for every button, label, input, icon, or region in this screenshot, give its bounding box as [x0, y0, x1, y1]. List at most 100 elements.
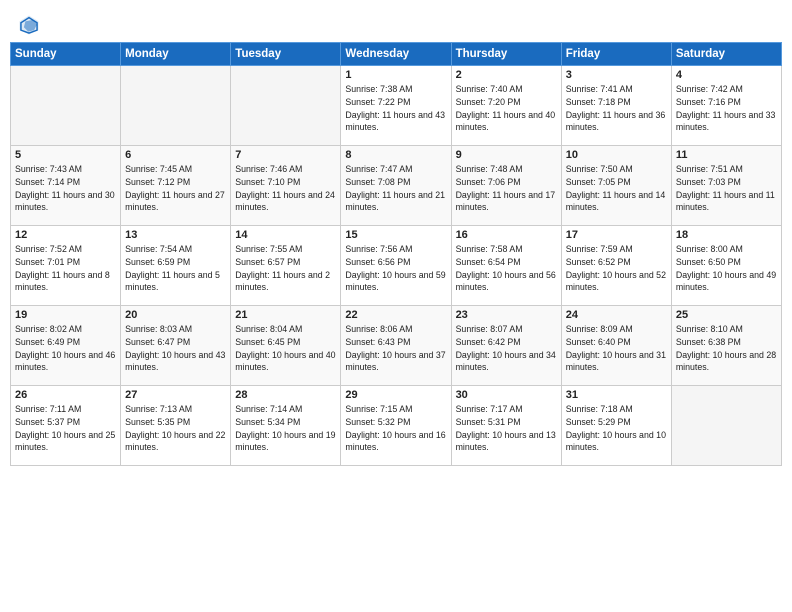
day-info: Sunrise: 7:18 AMSunset: 5:29 PMDaylight:…	[566, 403, 667, 454]
calendar-week-row: 12Sunrise: 7:52 AMSunset: 7:01 PMDayligh…	[11, 226, 782, 306]
day-number: 29	[345, 389, 446, 401]
table-row: 5 Sunrise: 7:43 AMSunset: 7:14 PMDaylight…	[11, 146, 121, 226]
col-thursday: Thursday	[451, 43, 561, 66]
table-row: 27Sunrise: 7:13 AMSunset: 5:35 PMDayligh…	[121, 386, 231, 466]
day-number: 1	[345, 69, 446, 81]
calendar-week-row: 5 Sunrise: 7:43 AMSunset: 7:14 PMDaylight…	[11, 146, 782, 226]
day-info: Sunrise: 7:14 AMSunset: 5:34 PMDaylight:…	[235, 403, 336, 454]
day-info: Sunrise: 7:13 AMSunset: 5:35 PMDaylight:…	[125, 403, 226, 454]
day-number: 24	[566, 309, 667, 321]
day-number: 28	[235, 389, 336, 401]
logo-icon	[18, 14, 40, 36]
day-number: 19	[15, 309, 116, 321]
day-number: 17	[566, 229, 667, 241]
day-info: Sunrise: 7:40 AMSunset: 7:20 PMDaylight:…	[456, 83, 557, 134]
day-number: 11	[676, 149, 777, 161]
day-number: 26	[15, 389, 116, 401]
table-row: 29 Sunrise: 7:15 AMSunset: 5:32 PMDayligh…	[341, 386, 451, 466]
day-info: Sunrise: 7:15 AMSunset: 5:32 PMDaylight:…	[345, 403, 446, 454]
day-number: 18	[676, 229, 777, 241]
day-number: 15	[345, 229, 446, 241]
day-info: Sunrise: 8:00 AMSunset: 6:50 PMDaylight:…	[676, 243, 777, 294]
day-info: Sunrise: 7:47 AMSunset: 7:08 PMDaylight:…	[345, 163, 446, 214]
day-info: Sunrise: 7:54 AMSunset: 6:59 PMDaylight:…	[125, 243, 226, 294]
day-number: 13	[125, 229, 226, 241]
table-row: 24 Sunrise: 8:09 AMSunset: 6:40 PMDayligh…	[561, 306, 671, 386]
table-row: 20Sunrise: 8:03 AMSunset: 6:47 PMDayligh…	[121, 306, 231, 386]
day-number: 5	[15, 149, 116, 161]
day-number: 6	[125, 149, 226, 161]
table-row: 4 Sunrise: 7:42 AMSunset: 7:16 PMDaylight…	[671, 66, 781, 146]
day-info: Sunrise: 7:52 AMSunset: 7:01 PMDaylight:…	[15, 243, 116, 294]
table-row: 2 Sunrise: 7:40 AMSunset: 7:20 PMDaylight…	[451, 66, 561, 146]
day-info: Sunrise: 7:45 AMSunset: 7:12 PMDaylight:…	[125, 163, 226, 214]
day-number: 22	[345, 309, 446, 321]
table-row: 28 Sunrise: 7:14 AMSunset: 5:34 PMDayligh…	[231, 386, 341, 466]
table-row: 26 Sunrise: 7:11 AMSunset: 5:37 PMDayligh…	[11, 386, 121, 466]
day-info: Sunrise: 8:10 AMSunset: 6:38 PMDaylight:…	[676, 323, 777, 374]
day-number: 7	[235, 149, 336, 161]
day-info: Sunrise: 7:43 AMSunset: 7:14 PMDaylight:…	[15, 163, 116, 214]
calendar-table: Sunday Monday Tuesday Wednesday Thursday…	[10, 42, 782, 466]
table-row: 6 Sunrise: 7:45 AMSunset: 7:12 PMDaylight…	[121, 146, 231, 226]
table-row	[231, 66, 341, 146]
table-row: 18 Sunrise: 8:00 AMSunset: 6:50 PMDayligh…	[671, 226, 781, 306]
day-number: 21	[235, 309, 336, 321]
day-number: 2	[456, 69, 557, 81]
day-number: 4	[676, 69, 777, 81]
table-row: 9 Sunrise: 7:48 AMSunset: 7:06 PMDaylight…	[451, 146, 561, 226]
table-row	[11, 66, 121, 146]
calendar-header-row: Sunday Monday Tuesday Wednesday Thursday…	[11, 43, 782, 66]
day-info: Sunrise: 8:03 AMSunset: 6:47 PMDaylight:…	[125, 323, 226, 374]
day-info: Sunrise: 7:41 AMSunset: 7:18 PMDaylight:…	[566, 83, 667, 134]
logo	[18, 14, 44, 36]
table-row: 30Sunrise: 7:17 AMSunset: 5:31 PMDayligh…	[451, 386, 561, 466]
table-row: 3 Sunrise: 7:41 AMSunset: 7:18 PMDaylight…	[561, 66, 671, 146]
day-info: Sunrise: 7:55 AMSunset: 6:57 PMDaylight:…	[235, 243, 336, 294]
day-number: 10	[566, 149, 667, 161]
day-number: 25	[676, 309, 777, 321]
table-row: 7 Sunrise: 7:46 AMSunset: 7:10 PMDaylight…	[231, 146, 341, 226]
header	[0, 0, 792, 42]
table-row: 8 Sunrise: 7:47 AMSunset: 7:08 PMDaylight…	[341, 146, 451, 226]
table-row: 16 Sunrise: 7:58 AMSunset: 6:54 PMDayligh…	[451, 226, 561, 306]
table-row: 23 Sunrise: 8:07 AMSunset: 6:42 PMDayligh…	[451, 306, 561, 386]
day-number: 8	[345, 149, 446, 161]
table-row: 25 Sunrise: 8:10 AMSunset: 6:38 PMDayligh…	[671, 306, 781, 386]
day-number: 23	[456, 309, 557, 321]
day-info: Sunrise: 7:46 AMSunset: 7:10 PMDaylight:…	[235, 163, 336, 214]
calendar-week-row: 19 Sunrise: 8:02 AMSunset: 6:49 PMDayligh…	[11, 306, 782, 386]
day-info: Sunrise: 8:02 AMSunset: 6:49 PMDaylight:…	[15, 323, 116, 374]
table-row: 1 Sunrise: 7:38 AMSunset: 7:22 PMDaylight…	[341, 66, 451, 146]
day-info: Sunrise: 7:42 AMSunset: 7:16 PMDaylight:…	[676, 83, 777, 134]
day-info: Sunrise: 7:38 AMSunset: 7:22 PMDaylight:…	[345, 83, 446, 134]
day-info: Sunrise: 8:07 AMSunset: 6:42 PMDaylight:…	[456, 323, 557, 374]
col-friday: Friday	[561, 43, 671, 66]
table-row: 15 Sunrise: 7:56 AMSunset: 6:56 PMDayligh…	[341, 226, 451, 306]
calendar-page: Sunday Monday Tuesday Wednesday Thursday…	[0, 0, 792, 612]
day-info: Sunrise: 8:09 AMSunset: 6:40 PMDaylight:…	[566, 323, 667, 374]
day-info: Sunrise: 7:51 AMSunset: 7:03 PMDaylight:…	[676, 163, 777, 214]
table-row: 22Sunrise: 8:06 AMSunset: 6:43 PMDayligh…	[341, 306, 451, 386]
day-info: Sunrise: 8:04 AMSunset: 6:45 PMDaylight:…	[235, 323, 336, 374]
col-tuesday: Tuesday	[231, 43, 341, 66]
table-row: 31Sunrise: 7:18 AMSunset: 5:29 PMDayligh…	[561, 386, 671, 466]
day-number: 16	[456, 229, 557, 241]
col-wednesday: Wednesday	[341, 43, 451, 66]
day-info: Sunrise: 7:56 AMSunset: 6:56 PMDaylight:…	[345, 243, 446, 294]
table-row: 14Sunrise: 7:55 AMSunset: 6:57 PMDayligh…	[231, 226, 341, 306]
day-info: Sunrise: 7:11 AMSunset: 5:37 PMDaylight:…	[15, 403, 116, 454]
table-row	[671, 386, 781, 466]
day-info: Sunrise: 7:48 AMSunset: 7:06 PMDaylight:…	[456, 163, 557, 214]
day-number: 3	[566, 69, 667, 81]
table-row: 11 Sunrise: 7:51 AMSunset: 7:03 PMDayligh…	[671, 146, 781, 226]
col-monday: Monday	[121, 43, 231, 66]
table-row: 19 Sunrise: 8:02 AMSunset: 6:49 PMDayligh…	[11, 306, 121, 386]
calendar-week-row: 26 Sunrise: 7:11 AMSunset: 5:37 PMDayligh…	[11, 386, 782, 466]
table-row	[121, 66, 231, 146]
day-number: 9	[456, 149, 557, 161]
day-info: Sunrise: 7:17 AMSunset: 5:31 PMDaylight:…	[456, 403, 557, 454]
col-saturday: Saturday	[671, 43, 781, 66]
day-info: Sunrise: 7:58 AMSunset: 6:54 PMDaylight:…	[456, 243, 557, 294]
calendar-week-row: 1 Sunrise: 7:38 AMSunset: 7:22 PMDaylight…	[11, 66, 782, 146]
